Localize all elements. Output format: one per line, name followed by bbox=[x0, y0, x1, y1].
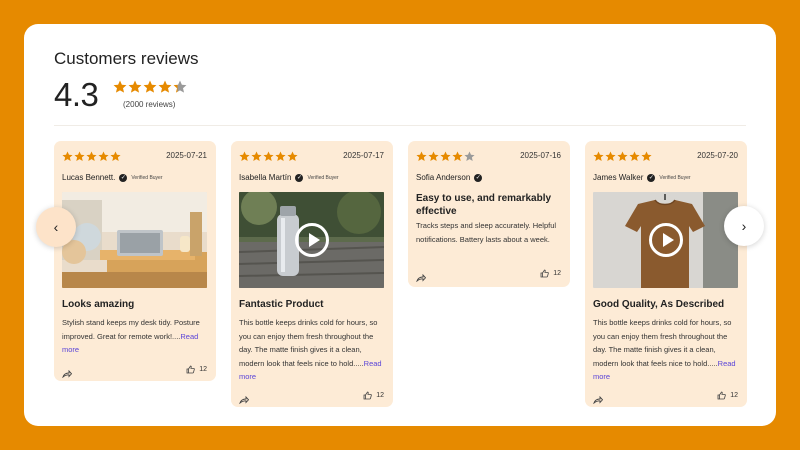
carousel-prev-button[interactable]: ‹ bbox=[36, 207, 76, 247]
star-icon bbox=[62, 151, 73, 161]
star-icon bbox=[263, 151, 274, 161]
star-icon bbox=[251, 151, 262, 161]
review-date: 2025-07-16 bbox=[520, 151, 561, 160]
star-icon bbox=[158, 80, 172, 93]
star-icon bbox=[113, 80, 127, 93]
star-icon bbox=[629, 151, 640, 161]
verified-buyer-label: Verified Buyer bbox=[131, 174, 163, 181]
star-icon bbox=[275, 151, 286, 161]
thumbs-up-icon bbox=[186, 365, 195, 374]
review-card: 2025-07-17 Isabella Martín ✓ Verified Bu… bbox=[231, 141, 393, 407]
review-stars bbox=[416, 151, 475, 162]
like-button[interactable]: 12 bbox=[540, 269, 561, 278]
star-icon bbox=[74, 151, 85, 161]
like-count: 12 bbox=[199, 366, 207, 373]
star-icon bbox=[98, 151, 109, 161]
verified-buyer-label: Verified Buyer bbox=[659, 174, 691, 181]
verified-check-icon: ✓ bbox=[647, 173, 656, 182]
review-date: 2025-07-21 bbox=[166, 151, 207, 160]
verified-check-icon: ✓ bbox=[474, 173, 483, 182]
star-icon bbox=[110, 151, 121, 161]
reviewer-name: Lucas Bennett. bbox=[62, 173, 116, 182]
reviewer: Sofia Anderson ✓ bbox=[416, 173, 483, 182]
review-video[interactable] bbox=[593, 192, 738, 288]
like-button[interactable]: 12 bbox=[363, 391, 384, 400]
desk-photo-icon bbox=[62, 192, 207, 288]
review-stars bbox=[239, 151, 298, 162]
share-icon[interactable] bbox=[593, 391, 604, 405]
reviewer: James Walker ✓ Verified Buyer bbox=[593, 173, 691, 182]
carousel-next-button[interactable]: › bbox=[724, 206, 764, 246]
play-icon[interactable] bbox=[648, 223, 683, 257]
thumbs-up-icon bbox=[540, 269, 549, 278]
divider bbox=[54, 125, 746, 126]
review-title: Good Quality, As Described bbox=[593, 299, 725, 310]
review-title: Looks amazing bbox=[62, 299, 135, 310]
review-body: Tracks steps and sleep accurately. Helpf… bbox=[416, 219, 562, 246]
share-icon[interactable] bbox=[239, 391, 250, 405]
star-icon bbox=[239, 151, 250, 161]
star-icon bbox=[605, 151, 616, 161]
section-title: Customers reviews bbox=[54, 49, 199, 68]
share-icon[interactable] bbox=[62, 365, 73, 379]
star-icon bbox=[428, 151, 439, 161]
chevron-left-icon: ‹ bbox=[53, 219, 59, 235]
review-text: Tracks steps and sleep accurately. Helpf… bbox=[416, 221, 557, 244]
star-icon bbox=[617, 151, 628, 161]
review-title: Easy to use, and remarkably effective bbox=[416, 193, 552, 217]
star-icon bbox=[173, 80, 187, 93]
average-rating-stars bbox=[113, 80, 187, 94]
verified-check-icon: ✓ bbox=[295, 173, 304, 182]
star-icon bbox=[416, 151, 427, 161]
thumbs-up-icon bbox=[363, 391, 372, 400]
review-date: 2025-07-17 bbox=[343, 151, 384, 160]
star-icon bbox=[593, 151, 604, 161]
review-body: Stylish stand keeps my desk tidy. Postur… bbox=[62, 316, 208, 357]
play-icon[interactable] bbox=[294, 223, 329, 257]
star-icon bbox=[440, 151, 451, 161]
like-count: 12 bbox=[376, 392, 384, 399]
review-card: 2025-07-20 James Walker ✓ Verified Buyer… bbox=[585, 141, 747, 407]
review-date: 2025-07-20 bbox=[697, 151, 738, 160]
star-icon bbox=[641, 151, 652, 161]
review-stars bbox=[593, 151, 652, 162]
star-icon bbox=[86, 151, 97, 161]
star-icon bbox=[128, 80, 142, 93]
verified-buyer-label: Verified Buyer bbox=[307, 174, 339, 181]
review-card: 2025-07-16 Sofia Anderson ✓ Easy to use,… bbox=[408, 141, 570, 287]
reviewer-name: Sofia Anderson bbox=[416, 173, 471, 182]
review-body: This bottle keeps drinks cold for hours,… bbox=[239, 316, 385, 384]
reviewer: Lucas Bennett. ✓ Verified Buyer bbox=[62, 173, 163, 182]
verified-check-icon: ✓ bbox=[119, 173, 128, 182]
review-text: This bottle keeps drinks cold for hours,… bbox=[593, 318, 732, 368]
review-body: This bottle keeps drinks cold for hours,… bbox=[593, 316, 739, 384]
star-icon bbox=[287, 151, 298, 161]
like-button[interactable]: 12 bbox=[186, 365, 207, 374]
share-icon[interactable] bbox=[416, 269, 427, 283]
reviewer: Isabella Martín ✓ Verified Buyer bbox=[239, 173, 339, 182]
review-title: Fantastic Product bbox=[239, 299, 324, 310]
review-text: This bottle keeps drinks cold for hours,… bbox=[239, 318, 378, 368]
star-icon bbox=[464, 151, 475, 161]
like-count: 12 bbox=[730, 392, 738, 399]
review-video[interactable] bbox=[239, 192, 384, 288]
thumbs-up-icon bbox=[717, 391, 726, 400]
reviewer-name: James Walker bbox=[593, 173, 644, 182]
like-button[interactable]: 12 bbox=[717, 391, 738, 400]
star-icon bbox=[452, 151, 463, 161]
star-icon bbox=[143, 80, 157, 93]
like-count: 12 bbox=[553, 270, 561, 277]
review-stars bbox=[62, 151, 121, 162]
average-rating: 4.3 bbox=[54, 76, 99, 113]
reviewer-name: Isabella Martín bbox=[239, 173, 292, 182]
reviews-panel: Customers reviews 4.3 (2000 reviews) 202… bbox=[24, 24, 776, 426]
chevron-right-icon: › bbox=[741, 218, 747, 234]
review-photo[interactable] bbox=[62, 192, 207, 288]
review-card: 2025-07-21 Lucas Bennett. ✓ Verified Buy… bbox=[54, 141, 216, 381]
review-count: (2000 reviews) bbox=[123, 100, 176, 109]
